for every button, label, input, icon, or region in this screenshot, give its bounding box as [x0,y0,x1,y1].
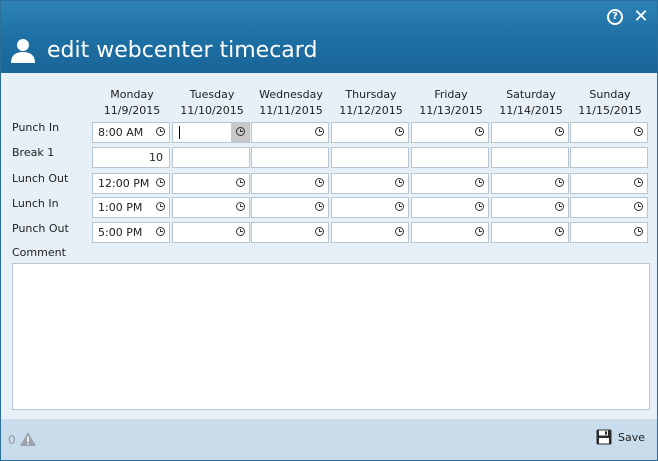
break-1-wednesday[interactable] [251,147,329,168]
clock-icon[interactable] [555,227,564,236]
punch-in-wednesday[interactable] [251,122,329,143]
floppy-disk-icon [596,429,612,445]
clock-icon[interactable] [634,202,643,211]
break-1-saturday[interactable] [491,147,569,168]
dialog-footer: 0 Save [1,419,657,460]
punch-out-friday[interactable] [411,222,489,243]
clock-icon[interactable] [395,127,404,136]
clock-icon[interactable] [395,227,404,236]
clock-icon[interactable] [156,127,165,136]
clock-icon[interactable] [475,227,484,236]
lunch-in-monday[interactable]: 1:00 PM [92,197,170,218]
lunch-out-wednesday[interactable] [251,173,329,194]
punch-out-monday[interactable]: 5:00 PM [92,222,170,243]
lunch-in-friday[interactable] [411,197,489,218]
column-header-thursday: Thursday 11/12/2015 [339,88,403,117]
clock-icon[interactable] [315,178,324,187]
clock-icon[interactable] [395,178,404,187]
lunch-in-tuesday[interactable] [172,197,250,218]
clock-icon[interactable] [475,202,484,211]
clock-icon[interactable] [395,202,404,211]
lunch-out-saturday[interactable] [491,173,569,194]
clock-icon[interactable] [236,202,245,211]
column-header-sunday: Sunday 11/15/2015 [578,88,642,117]
punch-in-tuesday[interactable] [172,122,250,143]
column-header-tuesday: Tuesday 11/10/2015 [180,88,244,117]
window-controls: ? ✕ [607,8,649,26]
column-header-wednesday: Wednesday 11/11/2015 [259,88,323,117]
save-button[interactable]: Save [596,429,645,445]
clock-icon[interactable] [555,202,564,211]
clock-icon[interactable] [555,127,564,136]
user-icon [11,39,35,63]
punch-in-monday[interactable]: 8:00 AM [92,122,170,143]
lunch-in-saturday[interactable] [491,197,569,218]
warning-count: 0 [8,433,16,447]
lunch-out-thursday[interactable] [331,173,409,194]
punch-out-thursday[interactable] [331,222,409,243]
clock-icon[interactable] [634,178,643,187]
clock-icon[interactable] [634,127,643,136]
row-label-break-1: Break 1 [12,146,55,159]
punch-in-friday[interactable] [411,122,489,143]
row-label-punch-in: Punch In [12,121,60,134]
clock-icon[interactable] [555,178,564,187]
punch-out-tuesday[interactable] [172,222,250,243]
column-header-saturday: Saturday 11/14/2015 [499,88,563,117]
lunch-out-sunday[interactable] [570,173,648,194]
break-1-thursday[interactable] [331,147,409,168]
column-header-friday: Friday 11/13/2015 [419,88,483,117]
punch-in-sunday[interactable] [570,122,648,143]
timecard-grid: Monday 11/9/2015 Tuesday 11/10/2015 Wednes… [1,73,657,419]
lunch-in-wednesday[interactable] [251,197,329,218]
clock-icon[interactable] [315,127,324,136]
clock-icon[interactable] [156,178,165,187]
punch-out-wednesday[interactable] [251,222,329,243]
lunch-in-sunday[interactable] [570,197,648,218]
comment-label: Comment [12,246,66,259]
lunch-out-friday[interactable] [411,173,489,194]
punch-in-saturday[interactable] [491,122,569,143]
punch-out-sunday[interactable] [570,222,648,243]
break-1-monday[interactable]: 10 [92,147,170,168]
break-1-tuesday[interactable] [172,147,250,168]
clock-icon[interactable] [315,227,324,236]
clock-icon[interactable] [236,227,245,236]
row-label-punch-out: Punch Out [12,222,69,235]
timecard-dialog: ? ✕ edit webcenter timecard Monday 11/9/2… [0,0,658,461]
clock-icon[interactable] [156,202,165,211]
lunch-out-tuesday[interactable] [172,173,250,194]
row-label-lunch-in: Lunch In [12,197,59,210]
clock-icon[interactable] [475,178,484,187]
clock-icon[interactable] [236,127,245,136]
clock-icon[interactable] [315,202,324,211]
warning-icon[interactable] [19,431,37,447]
title-bar: ? ✕ edit webcenter timecard [1,1,657,73]
punch-in-thursday[interactable] [331,122,409,143]
text-cursor [179,126,180,139]
clock-icon[interactable] [475,127,484,136]
break-1-sunday[interactable] [570,147,648,168]
column-header-monday: Monday 11/9/2015 [103,88,161,117]
lunch-in-thursday[interactable] [331,197,409,218]
break-1-friday[interactable] [411,147,489,168]
close-icon[interactable]: ✕ [633,8,649,26]
punch-out-saturday[interactable] [491,222,569,243]
save-label: Save [617,430,645,444]
help-icon[interactable]: ? [607,9,623,25]
clock-icon[interactable] [156,227,165,236]
lunch-out-monday[interactable]: 12:00 PM [92,173,170,194]
title-area: edit webcenter timecard [9,36,317,64]
comment-textarea[interactable] [12,263,650,410]
clock-icon[interactable] [236,178,245,187]
clock-icon[interactable] [634,227,643,236]
row-label-lunch-out: Lunch Out [12,172,69,185]
dialog-title: edit webcenter timecard [47,37,318,63]
